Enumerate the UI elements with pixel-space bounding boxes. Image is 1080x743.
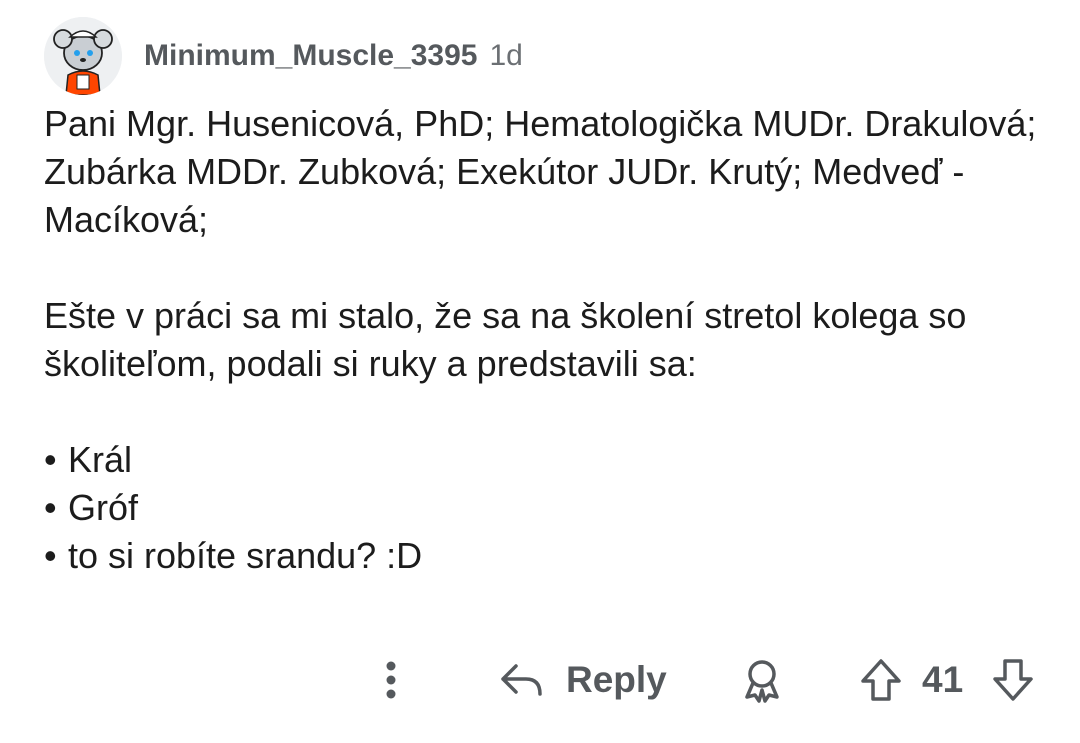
comment-paragraph-1: Pani Mgr. Husenicová, PhD; Hematologička…: [44, 103, 1037, 240]
award-icon: [745, 660, 779, 703]
vote-score: 41: [922, 659, 964, 700]
upvote-button[interactable]: [856, 655, 906, 705]
avatar[interactable]: [44, 17, 122, 95]
reply-button[interactable]: Reply: [498, 655, 667, 705]
downvote-arrow-icon: [993, 659, 1033, 701]
author-username[interactable]: Minimum_Muscle_3395: [144, 39, 477, 73]
reply-arrow-icon: [501, 664, 542, 696]
reply-label: Reply: [566, 659, 667, 700]
comment: Minimum_Muscle_3395 1d Pani Mgr. Husenic…: [0, 0, 1080, 743]
list-item: to si robíte srandu? :D: [44, 532, 1054, 580]
comment-body: Pani Mgr. Husenicová, PhD; Hematologička…: [44, 100, 1054, 580]
more-vertical-icon: [386, 661, 396, 699]
avatar-icon: [44, 17, 122, 95]
downvote-button[interactable]: [988, 655, 1038, 705]
comment-header: Minimum_Muscle_3395 1d: [44, 16, 523, 96]
upvote-arrow-icon: [861, 659, 901, 701]
award-button[interactable]: [738, 655, 786, 705]
list-item: Král: [44, 436, 1054, 484]
comment-actions: Reply 41: [0, 645, 1080, 715]
more-options-button[interactable]: [376, 651, 406, 709]
comment-age: 1d: [489, 39, 523, 72]
comment-bullet-list: Král Gróf to si robíte srandu? :D: [44, 436, 1054, 580]
comment-paragraph-2: Ešte v práci sa mi stalo, že sa na škole…: [44, 295, 967, 384]
list-item: Gróf: [44, 484, 1054, 532]
